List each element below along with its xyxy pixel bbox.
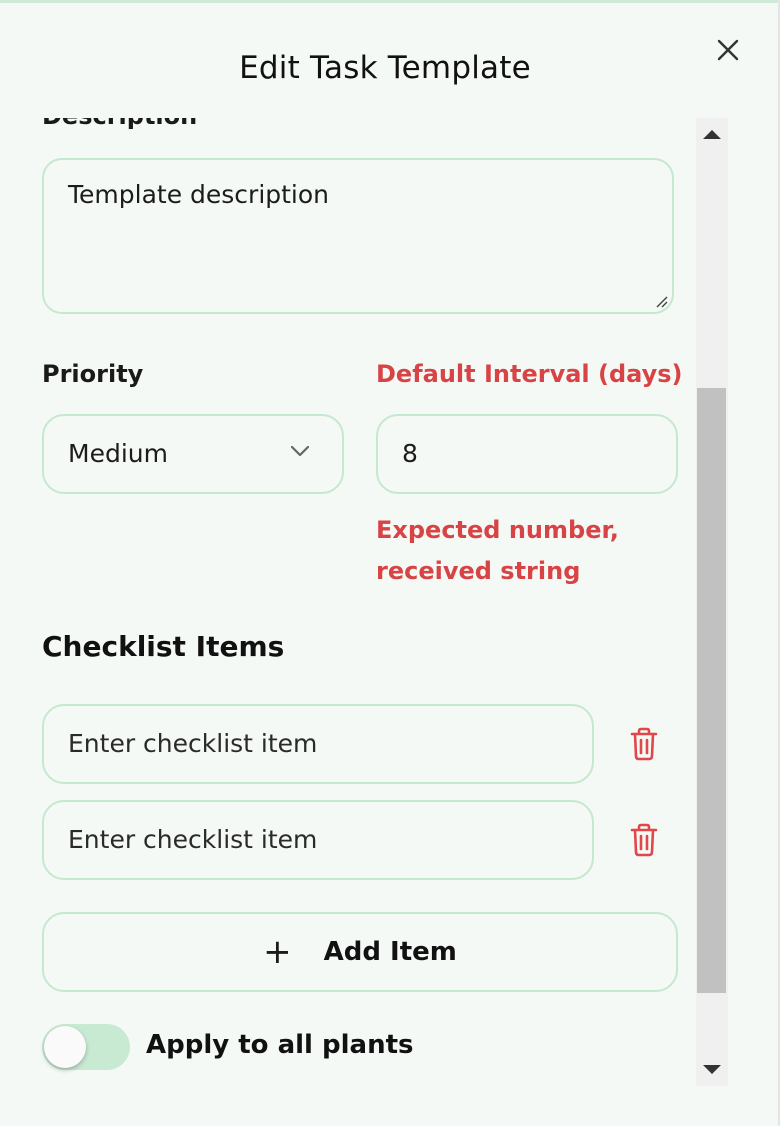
trash-icon[interactable] [628, 822, 660, 858]
scroll-down-icon[interactable] [703, 1065, 721, 1074]
apply-all-toggle[interactable] [42, 1024, 130, 1070]
priority-label: Priority [42, 360, 144, 388]
checklist-item-placeholder: Enter checklist item [68, 825, 318, 854]
chevron-down-icon [290, 445, 310, 457]
toggle-knob [44, 1026, 86, 1068]
close-icon [717, 39, 739, 61]
scrollbar-thumb[interactable] [697, 388, 726, 993]
checklist-title: Checklist Items [42, 630, 285, 663]
scroll-up-icon[interactable] [703, 130, 721, 139]
interval-value: 8 [402, 439, 418, 468]
scrollbar[interactable] [696, 118, 728, 1086]
modal-title: Edit Task Template [239, 50, 531, 86]
checklist-item-input[interactable]: Enter checklist item [42, 800, 594, 880]
priority-select[interactable]: Medium [42, 414, 344, 494]
checklist-item-input[interactable]: Enter checklist item [42, 704, 594, 784]
description-value: Template description [68, 180, 330, 209]
form-scroll-area[interactable]: Description Template description Priorit… [0, 118, 696, 1086]
checklist-item-placeholder: Enter checklist item [68, 729, 318, 758]
interval-input[interactable]: 8 [376, 414, 678, 494]
add-item-button[interactable]: + Add Item [42, 912, 678, 992]
trash-icon[interactable] [628, 726, 660, 762]
interval-error-message: Expected number, received string [376, 516, 619, 585]
apply-all-label: Apply to all plants [146, 1030, 414, 1060]
resize-handle-icon[interactable] [655, 295, 669, 309]
plus-icon: + [263, 932, 292, 972]
modal-top-border [0, 0, 780, 3]
close-button[interactable] [712, 34, 744, 66]
description-textarea[interactable]: Template description [42, 158, 674, 314]
interval-label: Default Interval (days) [376, 360, 683, 388]
add-item-label: Add Item [323, 937, 457, 967]
priority-value: Medium [68, 439, 168, 468]
description-label: Description [42, 118, 197, 130]
